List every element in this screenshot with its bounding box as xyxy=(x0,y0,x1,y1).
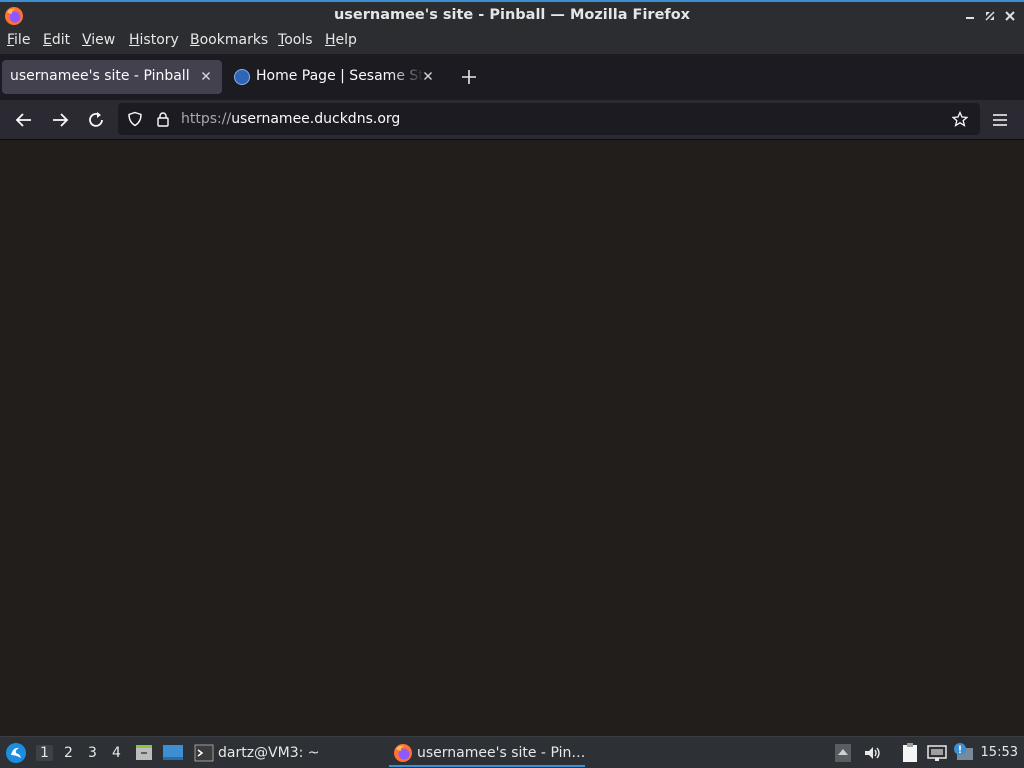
taskbar-terminal[interactable]: dartz@VM3: ~ xyxy=(192,739,372,767)
terminal-icon xyxy=(194,744,214,762)
reload-icon[interactable] xyxy=(84,108,108,132)
menu-help[interactable]: Help xyxy=(325,32,357,48)
tab-strip: usernamee's site - Pinball Home Page | S… xyxy=(0,54,1024,100)
terminal-task-label: dartz@VM3: ~ xyxy=(218,745,320,761)
window-title: usernamee's site - Pinball — Mozilla Fir… xyxy=(333,7,691,23)
taskbar-firefox[interactable]: usernamee's site - Pin… xyxy=(389,739,585,767)
tracking-protection-shield-icon[interactable] xyxy=(127,111,143,127)
back-arrow-icon[interactable] xyxy=(12,108,36,132)
show-desktop-icon[interactable] xyxy=(162,742,184,762)
menu-file[interactable]: File xyxy=(7,32,30,48)
url-bar[interactable]: https://usernamee.duckdns.org xyxy=(118,103,980,135)
menu-tools[interactable]: Tools xyxy=(278,32,313,48)
menu-edit[interactable]: Edit xyxy=(43,32,70,48)
url-text[interactable]: https://usernamee.duckdns.org xyxy=(181,111,400,127)
tab-pinball[interactable]: usernamee's site - Pinball xyxy=(2,60,222,94)
navigation-toolbar: https://usernamee.duckdns.org xyxy=(0,100,1024,140)
file-manager-icon[interactable] xyxy=(134,742,154,762)
menu-history[interactable]: History xyxy=(129,32,179,48)
menu-bar: File Edit View History Bookmarks Tools H… xyxy=(0,30,1024,54)
close-window-icon[interactable] xyxy=(1002,8,1018,24)
firefox-task-label: usernamee's site - Pin… xyxy=(417,745,586,761)
lock-icon[interactable] xyxy=(155,111,171,127)
forward-arrow-icon[interactable] xyxy=(48,108,72,132)
minimize-icon[interactable] xyxy=(962,8,978,24)
tab-sesame-street[interactable]: Home Page | Sesame Street xyxy=(226,60,444,94)
maximize-icon[interactable] xyxy=(982,8,998,24)
menu-view[interactable]: View xyxy=(82,32,115,48)
close-tab-icon[interactable] xyxy=(420,68,436,84)
menu-bookmarks[interactable]: Bookmarks xyxy=(190,32,268,48)
workspace-3[interactable]: 3 xyxy=(88,745,97,761)
page-content[interactable] xyxy=(0,141,1024,736)
workspace-2[interactable]: 2 xyxy=(64,745,73,761)
workspace-1[interactable]: 1 xyxy=(36,745,53,761)
tray-up-arrow-icon[interactable] xyxy=(834,743,852,763)
volume-icon[interactable] xyxy=(862,743,882,763)
clock[interactable]: 15:53 xyxy=(981,745,1018,760)
firefox-icon xyxy=(394,744,412,762)
bookmark-star-icon[interactable] xyxy=(952,111,968,127)
start-menu-icon[interactable] xyxy=(4,741,28,765)
network-icon[interactable] xyxy=(927,743,947,763)
workspace-4[interactable]: 4 xyxy=(112,745,121,761)
window-titlebar[interactable]: usernamee's site - Pinball — Mozilla Fir… xyxy=(0,0,1024,30)
new-tab-plus-icon[interactable] xyxy=(458,66,480,88)
notification-icon[interactable] xyxy=(953,742,975,762)
hamburger-menu-icon[interactable] xyxy=(988,108,1012,132)
taskbar: 1 2 3 4 dartz@VM3: ~ usernamee's site - … xyxy=(0,736,1024,768)
close-tab-icon[interactable] xyxy=(198,68,214,84)
clipboard-icon[interactable] xyxy=(900,742,920,764)
sesame-street-favicon-icon xyxy=(234,69,250,85)
tab-label: usernamee's site - Pinball xyxy=(10,68,190,84)
tab-label: Home Page | Sesame Street xyxy=(256,68,424,84)
